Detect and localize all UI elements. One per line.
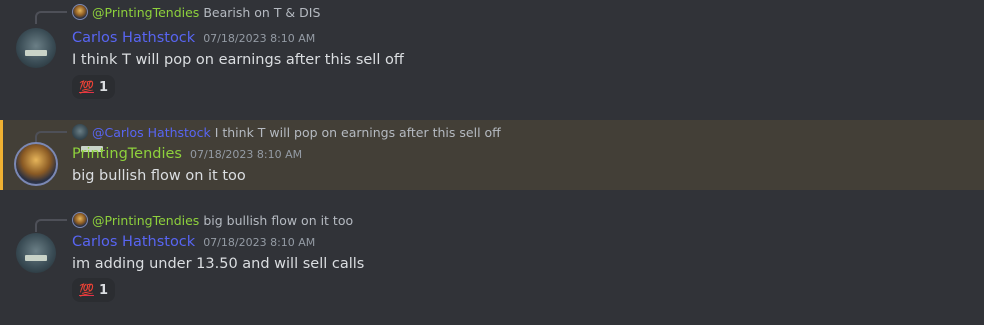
reply-author[interactable]: @PrintingTendies (92, 213, 199, 228)
reply-text: I think T will pop on earnings after thi… (214, 124, 501, 140)
username[interactable]: Carlos Hathstock (72, 234, 195, 250)
carlos-avatar[interactable] (16, 28, 56, 68)
reply-author[interactable]: @PrintingTendies (92, 5, 199, 20)
reply-preview[interactable]: @PrintingTendies big bullish flow on it … (72, 212, 353, 228)
message-content: big bullish flow on it too (72, 168, 246, 184)
message-content: im adding under 13.50 and will sell call… (72, 256, 365, 272)
hundred-points-icon: 💯 (79, 80, 94, 94)
reply-connector (35, 219, 67, 232)
message-content: I think T will pop on earnings after thi… (72, 52, 404, 68)
reply-author[interactable]: @Carlos Hathstock (92, 125, 211, 140)
reply-preview[interactable]: @PrintingTendies Bearish on T & DIS (72, 4, 320, 20)
message-3[interactable]: @PrintingTendies big bullish flow on it … (0, 208, 984, 318)
hundred-points-icon: 💯 (79, 283, 94, 297)
king-avatar[interactable] (14, 142, 58, 186)
reply-connector (35, 11, 67, 24)
username[interactable]: PrintingTendies (72, 146, 182, 162)
reply-preview[interactable]: @Carlos Hathstock I think T will pop on … (72, 124, 501, 152)
message-1[interactable]: @PrintingTendies Bearish on T & DIS Carl… (0, 0, 984, 106)
username[interactable]: Carlos Hathstock (72, 30, 195, 46)
reaction-hundred[interactable]: 💯 1 (72, 75, 115, 99)
timestamp: 07/18/2023 8:10 AM (190, 148, 303, 161)
timestamp: 07/18/2023 8:10 AM (203, 32, 316, 45)
reaction-count: 1 (98, 282, 108, 298)
message-2[interactable]: @Carlos Hathstock I think T will pop on … (0, 120, 984, 190)
king-avatar-icon (72, 212, 88, 228)
carlos-avatar[interactable] (16, 233, 56, 273)
reaction-count: 1 (98, 79, 108, 95)
timestamp: 07/18/2023 8:10 AM (203, 236, 316, 249)
king-avatar-icon (72, 4, 88, 20)
carlos-avatar-icon (72, 124, 103, 152)
reply-text: Bearish on T & DIS (203, 4, 321, 20)
reply-text: big bullish flow on it too (203, 212, 354, 228)
reaction-hundred[interactable]: 💯 1 (72, 278, 115, 302)
